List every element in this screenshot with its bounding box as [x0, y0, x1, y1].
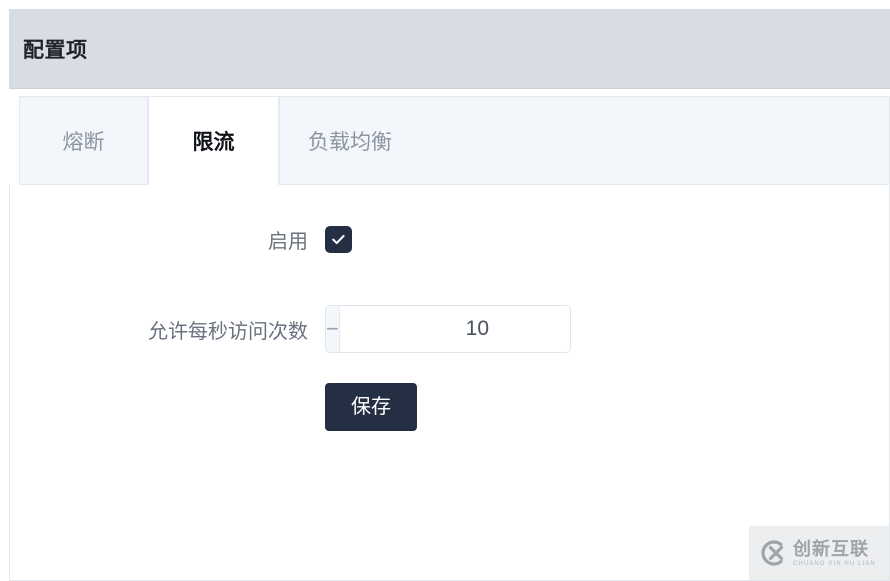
check-icon — [332, 234, 345, 245]
tab-label: 熔断 — [62, 130, 105, 154]
tab-circuit-breaker[interactable]: 熔断 — [19, 96, 148, 185]
watermark-en: CHUANG XIN HU LIAN — [793, 560, 876, 567]
tab-bar: 熔断 限流 负载均衡 — [9, 90, 890, 185]
save-button[interactable]: 保存 — [325, 383, 417, 431]
enable-label: 启用 — [268, 231, 308, 253]
enable-checkbox[interactable] — [325, 226, 352, 253]
watermark-text: 创新互联 CHUANG XIN HU LIAN — [793, 540, 876, 567]
tab-rate-limit[interactable]: 限流 — [148, 96, 279, 185]
tab-load-balance[interactable]: 负载均衡 — [279, 96, 890, 185]
tab-label: 负载均衡 — [308, 130, 392, 154]
form-row-save: 保存 — [10, 383, 417, 431]
config-panel: 配置项 熔断 限流 负载均衡 启用 允许每秒访问次数 − 10 保存 创新互联 … — [9, 9, 890, 581]
page-title: 配置项 — [23, 38, 88, 62]
tab-panel-rate-limit: 启用 允许每秒访问次数 − + 保存 — [9, 185, 890, 581]
cx-logo-icon — [761, 540, 784, 566]
watermark: 创新互联 CHUANG XIN HU LIAN — [749, 526, 889, 580]
panel-header: 配置项 — [9, 9, 890, 89]
rate-limit-input[interactable] — [339, 306, 570, 352]
tab-label: 限流 — [192, 130, 235, 154]
stepper-decrement-button[interactable]: − — [326, 306, 340, 352]
rate-limit-label: 允许每秒访问次数 — [148, 320, 308, 343]
rate-limit-stepper: − + — [325, 305, 571, 353]
form-row-enable: 启用 — [10, 225, 352, 254]
form-row-rate-limit: 允许每秒访问次数 − + — [10, 305, 571, 353]
watermark-cn: 创新互联 — [793, 538, 869, 559]
